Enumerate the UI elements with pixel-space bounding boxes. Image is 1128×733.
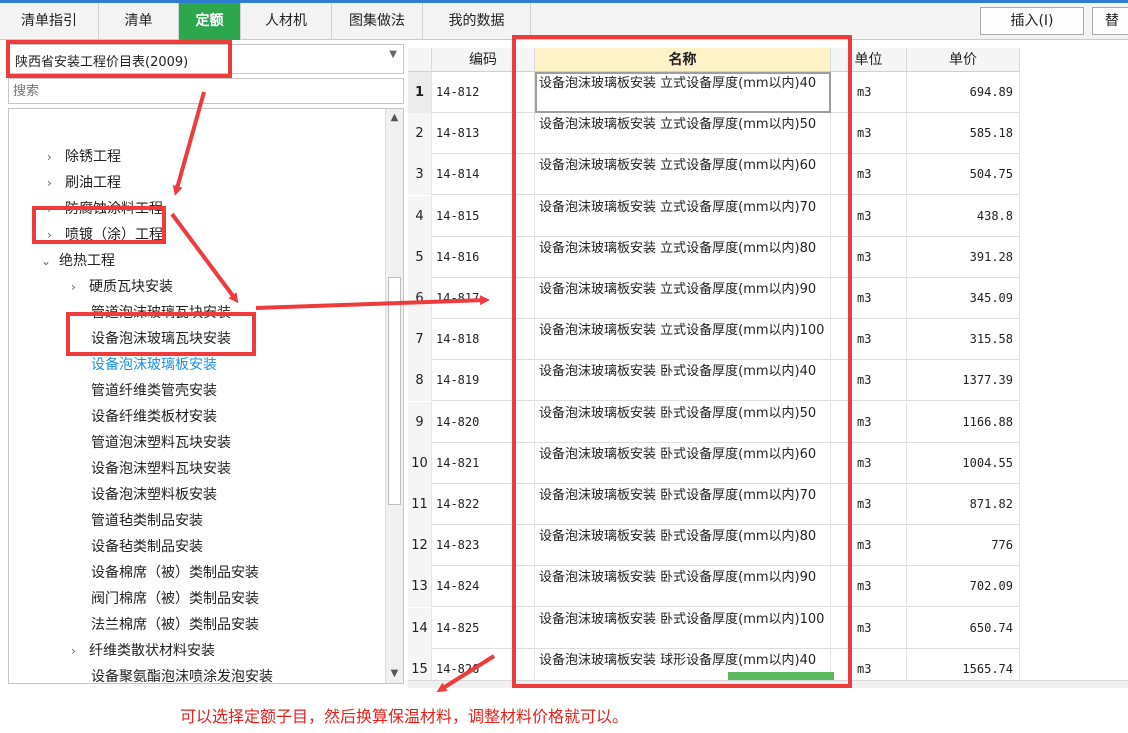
scroll-up-icon[interactable]: ▲ bbox=[386, 109, 403, 127]
row-index: 11 bbox=[408, 484, 432, 525]
tree-item[interactable]: ⌄ 绝热工程 bbox=[41, 248, 115, 274]
price-cell[interactable]: 585.18 bbox=[907, 113, 1020, 155]
row-index: 6 bbox=[408, 278, 432, 319]
truncated-toolbar-button[interactable]: 替 bbox=[1092, 7, 1128, 35]
tree-item-label: 阀门棉席（被）类制品安装 bbox=[91, 591, 259, 607]
tree-item[interactable]: 设备毡类制品安装 bbox=[91, 534, 203, 560]
tree-item[interactable]: › 除锈工程 bbox=[47, 144, 121, 170]
row-index: 9 bbox=[408, 401, 432, 443]
tree-item-label: 设备聚氨酯泡沫喷涂发泡安装 bbox=[91, 669, 273, 684]
row-index: 7 bbox=[408, 319, 432, 361]
row-index: 2 bbox=[408, 113, 432, 155]
tab-qingdan-zhiyin[interactable]: 清单指引 bbox=[0, 3, 99, 40]
chevron-right-icon[interactable]: › bbox=[71, 274, 89, 300]
tree-item[interactable]: 设备泡沫塑料瓦块安装 bbox=[91, 456, 231, 482]
tree-item-label: 设备泡沫塑料瓦块安装 bbox=[91, 461, 231, 477]
tree-item[interactable]: › 硬质瓦块安装 bbox=[71, 274, 173, 300]
tree-item-label: 纤维类散状材料安装 bbox=[89, 643, 215, 659]
price-cell[interactable]: 650.74 bbox=[907, 607, 1020, 649]
row-index: 10 bbox=[408, 442, 432, 484]
tree-item-label: 管道纤维类管壳安装 bbox=[91, 383, 217, 399]
tree-item[interactable]: 设备聚氨酯泡沫喷涂发泡安装 bbox=[91, 664, 273, 684]
search-box[interactable] bbox=[8, 78, 404, 104]
price-cell[interactable]: 1377.39 bbox=[907, 360, 1020, 402]
annotation-box-name-column bbox=[512, 35, 852, 688]
search-input[interactable] bbox=[13, 80, 393, 102]
tab-bar: 清单指引 清单 定额 人材机 图集做法 我的数据 插入(I) 替 bbox=[0, 0, 1128, 40]
chevron-right-icon[interactable]: › bbox=[71, 638, 89, 664]
tab-tuji-zuofa[interactable]: 图集做法 bbox=[332, 3, 423, 40]
row-index: 3 bbox=[408, 154, 432, 196]
tree-item[interactable]: 设备泡沫塑料板安装 bbox=[91, 482, 217, 508]
row-index: 13 bbox=[408, 566, 432, 608]
annotation-box-catalog bbox=[6, 40, 232, 78]
header-price[interactable]: 单价 bbox=[907, 48, 1020, 72]
chevron-down-icon[interactable]: ⌄ bbox=[41, 248, 59, 274]
annotation-caption: 可以选择定额子目，然后换算保温材料，调整材料价格就可以。 bbox=[180, 707, 629, 726]
scroll-thumb[interactable] bbox=[388, 277, 401, 505]
chevron-right-icon[interactable]: › bbox=[47, 144, 65, 170]
row-index: 14 bbox=[408, 607, 432, 649]
row-index: 8 bbox=[408, 360, 432, 402]
row-index: 12 bbox=[408, 525, 432, 567]
tree-item-label: 管道泡沫塑料瓦块安装 bbox=[91, 435, 231, 451]
tree-item-label: 法兰棉席（被）类制品安装 bbox=[91, 617, 259, 633]
tab-qingdan[interactable]: 清单 bbox=[99, 3, 179, 40]
tab-dinge[interactable]: 定额 bbox=[179, 3, 241, 40]
row-index: 1 bbox=[408, 72, 432, 113]
tree-item[interactable]: 设备纤维类板材安装 bbox=[91, 404, 217, 430]
tree-item-label: 设备泡沫玻璃板安装 bbox=[91, 357, 217, 373]
price-cell[interactable]: 1166.88 bbox=[907, 401, 1020, 443]
tree-item[interactable]: 管道泡沫塑料瓦块安装 bbox=[91, 430, 231, 456]
price-cell[interactable]: 776 bbox=[907, 525, 1020, 567]
tree-item[interactable]: 管道毡类制品安装 bbox=[91, 508, 203, 534]
tree-item[interactable]: › 纤维类散状材料安装 bbox=[71, 638, 215, 664]
tree-item[interactable]: 法兰棉席（被）类制品安装 bbox=[91, 612, 259, 638]
tree-item-label: 绝热工程 bbox=[59, 253, 115, 269]
tree-item-label: 管道毡类制品安装 bbox=[91, 513, 203, 529]
catalog-panel: 陕西省安装工程价目表(2009) ▼ ›除锈工程›刷油工程›防腐蚀涂料工程›喷镀… bbox=[8, 44, 404, 684]
tree-item[interactable]: 管道纤维类管壳安装 bbox=[91, 378, 217, 404]
annotation-box-selected-item bbox=[66, 312, 256, 356]
tree-item[interactable]: 阀门棉席（被）类制品安装 bbox=[91, 586, 259, 612]
price-cell[interactable]: 1565.74 bbox=[907, 648, 1020, 680]
annotation-box-insulation bbox=[32, 206, 166, 244]
row-index: 4 bbox=[408, 195, 432, 237]
price-cell[interactable]: 1004.55 bbox=[907, 442, 1020, 484]
header-index bbox=[408, 48, 432, 72]
tree-item-label: 硬质瓦块安装 bbox=[89, 279, 173, 295]
chevron-down-icon: ▼ bbox=[389, 49, 397, 60]
tree-item-label: 设备纤维类板材安装 bbox=[91, 409, 217, 425]
price-cell[interactable]: 694.89 bbox=[907, 72, 1020, 113]
price-cell[interactable]: 702.09 bbox=[907, 566, 1020, 608]
row-index: 5 bbox=[408, 236, 432, 278]
insert-button[interactable]: 插入(I) bbox=[980, 7, 1084, 35]
catalog-tree: › 除锈工程 › 刷油工程 › 防腐蚀涂料工程 › 喷镀（涂）工程 ⌄ 绝热工程 › 硬质瓦块安装 管道… bbox=[8, 108, 404, 684]
price-cell[interactable]: 504.75 bbox=[907, 154, 1020, 196]
tree-item[interactable]: › 刷油工程 bbox=[47, 170, 121, 196]
price-cell[interactable]: 871.82 bbox=[907, 484, 1020, 525]
tree-item-label: 除锈工程 bbox=[65, 149, 121, 165]
tab-rencaiji[interactable]: 人材机 bbox=[241, 3, 332, 40]
price-cell[interactable]: 391.28 bbox=[907, 236, 1020, 278]
tree-item-label: 设备毡类制品安装 bbox=[91, 539, 203, 555]
price-cell[interactable]: 345.09 bbox=[907, 278, 1020, 319]
tree-item-label: 设备棉席（被）类制品安装 bbox=[91, 565, 259, 581]
tree-scrollbar[interactable]: ▲ ▼ bbox=[385, 109, 403, 683]
row-index: 15 bbox=[408, 648, 432, 680]
chevron-right-icon[interactable]: › bbox=[47, 170, 65, 196]
tree-item-label: 设备泡沫塑料板安装 bbox=[91, 487, 217, 503]
price-cell[interactable]: 438.8 bbox=[907, 195, 1020, 237]
price-cell[interactable]: 315.58 bbox=[907, 319, 1020, 361]
tree-item[interactable]: 设备棉席（被）类制品安装 bbox=[91, 560, 259, 586]
tree-item-label: 刷油工程 bbox=[65, 175, 121, 191]
scroll-down-icon[interactable]: ▼ bbox=[386, 665, 403, 683]
